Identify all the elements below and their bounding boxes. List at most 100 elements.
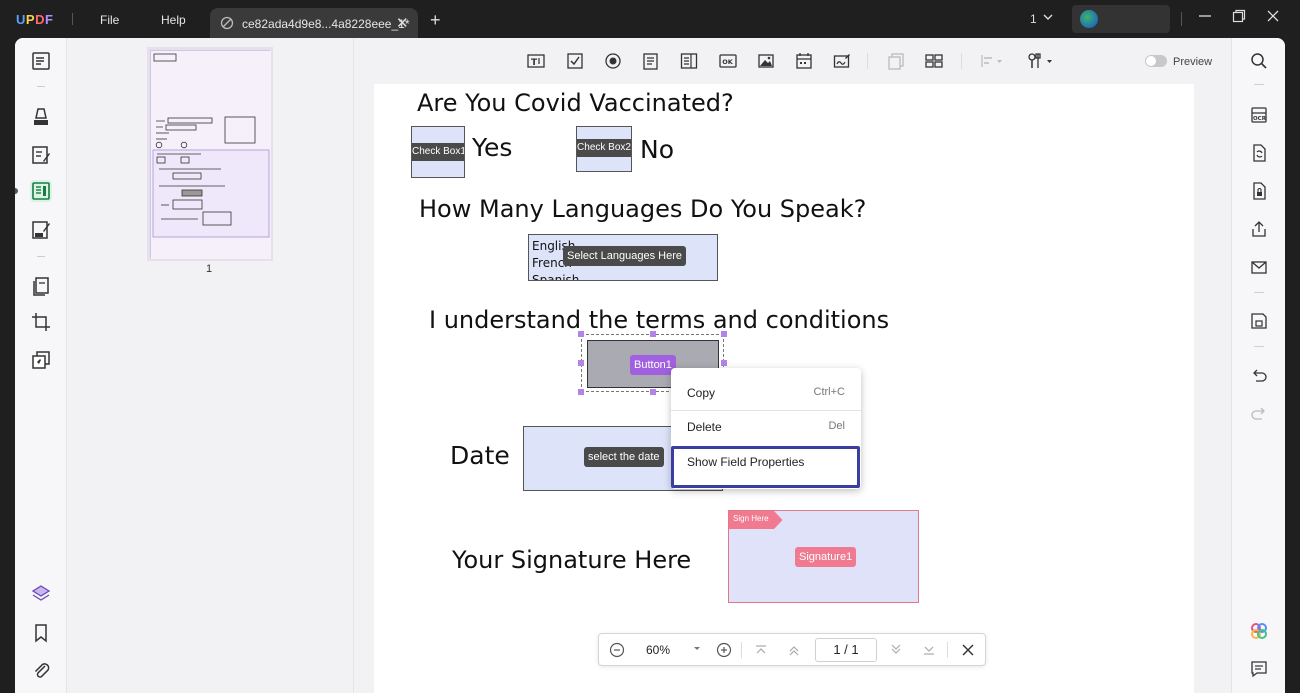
title-divider xyxy=(72,13,73,25)
thumbnail-page-number: 1 xyxy=(206,263,213,275)
checkbox-1-tag: Check Box1 xyxy=(412,143,464,161)
account-button[interactable] xyxy=(1072,5,1170,33)
languages-list-box[interactable]: English French Spanish Select Languages … xyxy=(528,234,718,281)
tools-icon[interactable] xyxy=(30,349,52,371)
field-settings-icon[interactable] xyxy=(1027,52,1057,70)
window-count[interactable]: 1 xyxy=(1030,12,1037,26)
zoom-out-icon[interactable] xyxy=(609,642,625,661)
ocr-icon[interactable]: OCR xyxy=(1250,106,1268,124)
resize-handle[interactable] xyxy=(721,360,727,366)
form-toolbar: T OK Preview xyxy=(355,38,1230,84)
page-number-input[interactable]: 1 / 1 xyxy=(815,638,877,662)
resize-handle[interactable] xyxy=(578,389,584,395)
ok-button-icon[interactable]: OK xyxy=(719,52,737,70)
fill-sign-icon[interactable] xyxy=(30,219,52,241)
delete-label: Delete xyxy=(687,420,722,434)
restore-icon[interactable] xyxy=(1232,9,1246,27)
save-icon[interactable] xyxy=(1250,312,1268,330)
updf-logo: UPDF xyxy=(16,12,54,27)
document-tab[interactable]: ce82ada4d9e8...4a8228eee_1* ✕ xyxy=(210,8,418,38)
toolbar-divider xyxy=(961,53,962,69)
zoom-divider xyxy=(947,642,948,658)
checkbox-field-2[interactable]: Check Box2 xyxy=(576,126,632,172)
attachment-icon[interactable] xyxy=(30,659,52,681)
close-tab-icon[interactable]: ✕ xyxy=(396,14,409,32)
context-menu: Copy Ctrl+C Delete Del Show Field Proper… xyxy=(671,368,861,489)
menu-help[interactable]: Help xyxy=(161,13,186,27)
main-window: 1 T OK Preview Are You Covid Vaccinated?… xyxy=(15,38,1285,693)
menu-item-copy[interactable]: Copy Ctrl+C xyxy=(671,378,861,408)
add-tab-icon[interactable]: + xyxy=(430,10,441,31)
option-spanish[interactable]: Spanish xyxy=(532,272,579,280)
search-icon[interactable] xyxy=(1250,52,1268,70)
date-field-icon[interactable] xyxy=(795,52,813,70)
redo-icon[interactable] xyxy=(1250,404,1268,422)
no-label: No xyxy=(640,135,674,164)
undo-icon[interactable] xyxy=(1250,366,1268,384)
signature-field[interactable]: Sign Here Signature1 xyxy=(728,510,919,603)
highlighter-icon[interactable] xyxy=(30,106,52,128)
dropdown-tool-icon[interactable] xyxy=(642,52,660,70)
image-field-icon[interactable] xyxy=(757,52,775,70)
highlight-frame xyxy=(671,446,860,488)
active-indicator xyxy=(15,188,18,194)
zoom-in-icon[interactable] xyxy=(716,642,732,661)
bookmark-icon[interactable] xyxy=(30,622,52,644)
menu-divider xyxy=(671,410,861,411)
signature-label: Your Signature Here xyxy=(452,546,692,574)
convert-icon[interactable] xyxy=(1250,144,1268,162)
zoom-bar: 60% 1 / 1 xyxy=(598,633,986,666)
question-terms: I understand the terms and conditions xyxy=(429,306,890,334)
previous-page-icon[interactable] xyxy=(787,642,801,661)
sign-here-flag: Sign Here xyxy=(729,511,783,529)
minimize-icon[interactable] xyxy=(1198,9,1212,27)
zoom-divider xyxy=(741,642,742,658)
chevron-down-icon[interactable] xyxy=(1042,11,1054,26)
signature-field-icon[interactable] xyxy=(833,52,851,70)
date-tag: select the date xyxy=(584,447,664,467)
zoom-dropdown-icon[interactable] xyxy=(692,640,702,659)
menu-item-delete[interactable]: Delete Del xyxy=(671,412,861,442)
thumbnail-preview xyxy=(151,51,271,259)
checkbox-field-1[interactable]: Check Box1 xyxy=(411,126,465,178)
organize-pages-icon[interactable] xyxy=(30,275,52,297)
resize-handle[interactable] xyxy=(721,331,727,337)
crop-icon[interactable] xyxy=(30,311,52,333)
align-icon[interactable] xyxy=(980,52,1006,70)
resize-handle[interactable] xyxy=(578,331,584,337)
last-page-icon[interactable] xyxy=(922,642,936,661)
first-page-icon[interactable] xyxy=(754,642,768,661)
checkbox-tool-icon[interactable] xyxy=(566,52,584,70)
title-bar: UPDF File Help ce82ada4d9e8...4a8228eee_… xyxy=(0,0,1300,38)
comment-icon[interactable] xyxy=(1250,660,1268,678)
close-zoom-bar-icon[interactable] xyxy=(961,642,975,661)
resize-handle[interactable] xyxy=(578,360,584,366)
share-icon[interactable] xyxy=(1250,220,1268,238)
zoom-level[interactable]: 60% xyxy=(646,643,670,657)
prepare-form-icon[interactable] xyxy=(30,180,52,202)
text-field-icon[interactable]: T xyxy=(527,52,545,70)
radio-button-icon[interactable] xyxy=(604,52,622,70)
protect-icon[interactable] xyxy=(1250,182,1268,200)
next-page-icon[interactable] xyxy=(889,642,903,661)
resize-handle[interactable] xyxy=(650,331,656,337)
menu-file[interactable]: File xyxy=(100,13,119,27)
layers-icon[interactable] xyxy=(30,583,52,605)
duplicate-field-icon[interactable] xyxy=(887,52,905,70)
grid-layout-icon[interactable] xyxy=(925,52,943,70)
close-window-icon[interactable] xyxy=(1266,9,1280,27)
edit-pdf-icon[interactable] xyxy=(30,144,52,166)
edited-document-icon xyxy=(220,16,234,30)
signature-tag: Signature1 xyxy=(795,547,857,567)
question-languages: How Many Languages Do You Speak? xyxy=(419,195,867,223)
avatar-globe-icon xyxy=(1080,10,1098,28)
ai-assistant-icon[interactable] xyxy=(1250,622,1268,640)
delete-shortcut: Del xyxy=(828,420,845,432)
reader-mode-icon[interactable] xyxy=(30,50,52,72)
list-box-icon[interactable] xyxy=(680,52,698,70)
page-thumbnail[interactable] xyxy=(150,50,271,259)
resize-handle[interactable] xyxy=(650,389,656,395)
preview-toggle[interactable] xyxy=(1145,55,1167,67)
right-divider xyxy=(1254,84,1264,85)
email-icon[interactable] xyxy=(1250,258,1268,276)
